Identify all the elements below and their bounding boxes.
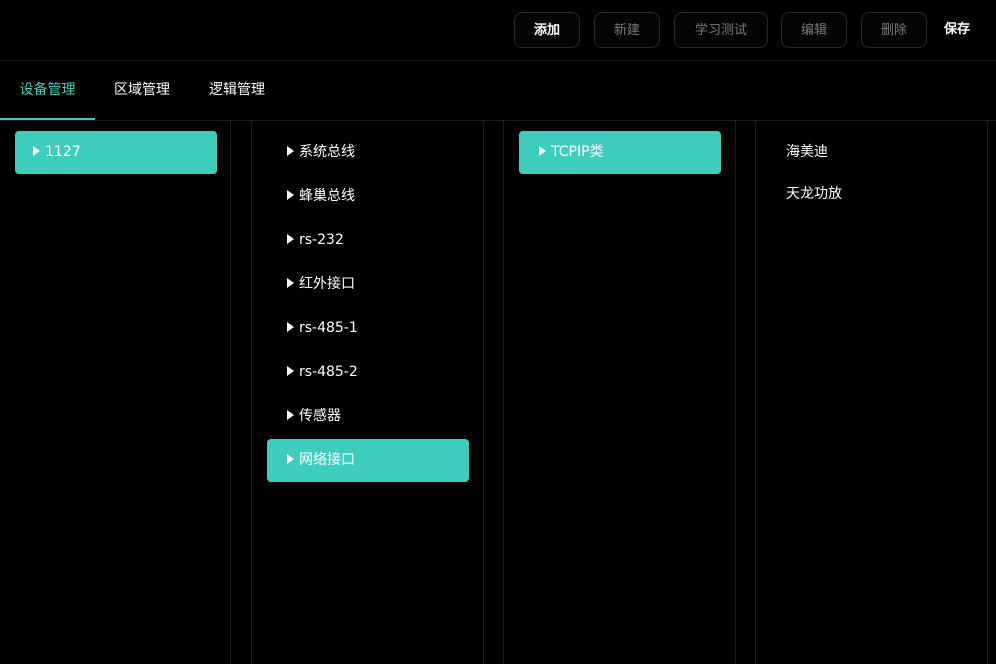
active-tab-indicator: [0, 118, 95, 120]
list-item-category[interactable]: TCPIP类: [519, 131, 721, 174]
caret-right-icon: [539, 146, 546, 156]
caret-right-icon: [287, 278, 294, 288]
caret-right-icon: [33, 146, 40, 156]
device-column: 1127: [0, 121, 231, 664]
list-item-interface[interactable]: 蜂巢总线: [267, 175, 469, 218]
app-root: 添加 新建 学习测试 编辑 删除 保存 设备管理 区域管理 逻辑管理 1127 …: [0, 0, 996, 664]
new-button[interactable]: 新建: [594, 12, 660, 48]
list-item-label: rs-485-2: [299, 364, 358, 380]
list-item-label: 1127: [45, 144, 81, 160]
caret-right-icon: [287, 410, 294, 420]
list-item-interface[interactable]: rs-232: [267, 219, 469, 262]
list-item-label: TCPIP类: [551, 144, 604, 160]
list-item-label: 系统总线: [299, 144, 355, 160]
tab-device-management[interactable]: 设备管理: [0, 60, 95, 120]
edit-button[interactable]: 编辑: [781, 12, 847, 48]
list-item-label: rs-485-1: [299, 320, 358, 336]
list-item-interface[interactable]: 系统总线: [267, 131, 469, 174]
list-item-interface[interactable]: rs-485-1: [267, 307, 469, 350]
list-item-interface[interactable]: 网络接口: [267, 439, 469, 482]
category-column: TCPIP类: [503, 121, 736, 664]
interface-column: 系统总线 蜂巢总线 rs-232 红外接口 rs-485-1 rs-485-2 …: [251, 121, 484, 664]
list-item-label: 红外接口: [299, 276, 355, 292]
caret-right-icon: [287, 234, 294, 244]
toolbar: 添加 新建 学习测试 编辑 删除 保存: [0, 0, 996, 61]
list-item-label: 蜂巢总线: [299, 188, 355, 204]
list-item-interface[interactable]: rs-485-2: [267, 351, 469, 394]
caret-right-icon: [287, 190, 294, 200]
list-item-interface[interactable]: 红外接口: [267, 263, 469, 306]
caret-right-icon: [287, 454, 294, 464]
caret-right-icon: [287, 146, 294, 156]
list-item-interface[interactable]: 传感器: [267, 395, 469, 438]
list-item-brand[interactable]: 天龙功放: [786, 173, 842, 215]
list-item-label: 传感器: [299, 408, 341, 424]
brand-column: 海美迪 天龙功放: [755, 121, 988, 664]
learn-test-button[interactable]: 学习测试: [674, 12, 768, 48]
list-item-label: 网络接口: [299, 452, 355, 468]
save-button[interactable]: 保存: [944, 12, 970, 48]
list-item-label: rs-232: [299, 232, 344, 248]
tab-area-management[interactable]: 区域管理: [105, 60, 179, 120]
tab-bar: 设备管理 区域管理 逻辑管理: [0, 60, 996, 121]
add-button[interactable]: 添加: [514, 12, 580, 48]
list-item-device[interactable]: 1127: [15, 131, 217, 174]
list-item-brand[interactable]: 海美迪: [786, 131, 828, 173]
tab-logic-management[interactable]: 逻辑管理: [200, 60, 274, 120]
delete-button[interactable]: 删除: [861, 12, 927, 48]
caret-right-icon: [287, 366, 294, 376]
caret-right-icon: [287, 322, 294, 332]
